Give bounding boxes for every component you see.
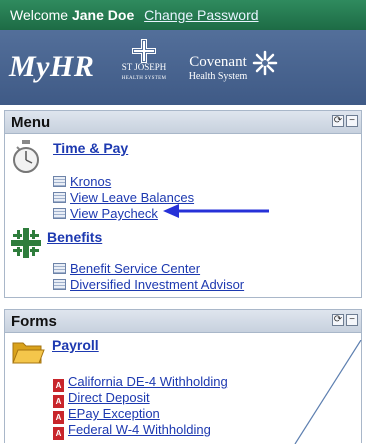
forms-panel-header: Forms ⟳ −	[5, 310, 361, 333]
section-benefits[interactable]: Benefits	[47, 229, 102, 245]
stjoseph-name: ST JOSEPH	[121, 62, 167, 72]
minimize-icon[interactable]: −	[346, 314, 358, 326]
view-paycheck-link[interactable]: View Paycheck	[70, 206, 158, 221]
decorative-diagonal-line	[294, 340, 362, 444]
benefits-cross-icon	[11, 228, 41, 258]
refresh-icon[interactable]: ⟳	[332, 115, 344, 127]
benefit-service-center-link[interactable]: Benefit Service Center	[70, 261, 200, 276]
forms-link-epay-exception[interactable]: A EPay Exception	[53, 406, 160, 424]
covenant-logo: Covenant Health System	[182, 54, 254, 82]
kronos-link[interactable]: Kronos	[70, 174, 111, 189]
stopwatch-icon	[13, 140, 39, 173]
change-password-link[interactable]: Change Password	[144, 7, 258, 23]
covenant-name: Covenant	[189, 54, 247, 70]
federal-w4-link[interactable]: Federal W-4 Withholding	[68, 422, 211, 437]
diversified-investment-advisor-link[interactable]: Diversified Investment Advisor	[70, 277, 244, 292]
stjoseph-logo: ST JOSEPH HEALTH SYSTEM	[118, 63, 170, 83]
menu-title: Menu	[11, 114, 51, 131]
forms-link-direct-deposit[interactable]: A Direct Deposit	[53, 390, 150, 408]
document-icon	[53, 279, 66, 290]
folder-icon	[12, 342, 45, 364]
stjoseph-cross-icon	[132, 39, 156, 63]
forms-link-california-de4[interactable]: A California DE-4 Withholding	[53, 374, 228, 392]
annotation-arrow-icon	[163, 204, 269, 218]
section-time-pay[interactable]: Time & Pay	[53, 140, 128, 156]
direct-deposit-link[interactable]: Direct Deposit	[68, 390, 150, 405]
forms-title: Forms	[11, 313, 57, 330]
document-icon	[53, 176, 66, 187]
app-logo: MyHR	[9, 50, 95, 83]
forms-link-federal-w4[interactable]: A Federal W-4 Withholding	[53, 422, 211, 440]
menu-link-kronos[interactable]: Kronos	[53, 174, 111, 189]
document-icon	[53, 208, 66, 219]
welcome-text: Welcome	[10, 7, 69, 23]
california-de4-link[interactable]: California DE-4 Withholding	[68, 374, 228, 389]
welcome-bar: Welcome Jane Doe Change Password	[0, 0, 366, 30]
menu-panel: Menu ⟳ − Time & Pay Kronos View Leave Ba…	[4, 110, 362, 298]
covenant-star-icon	[252, 50, 278, 76]
document-icon	[53, 263, 66, 274]
menu-panel-header: Menu ⟳ −	[5, 111, 361, 134]
document-icon	[53, 192, 66, 203]
menu-link-view-paycheck[interactable]: View Paycheck	[53, 206, 158, 221]
refresh-icon[interactable]: ⟳	[332, 314, 344, 326]
menu-link-benefit-service-center[interactable]: Benefit Service Center	[53, 261, 200, 276]
stjoseph-subtitle: HEALTH SYSTEM	[121, 76, 167, 81]
menu-link-diversified-investment[interactable]: Diversified Investment Advisor	[53, 277, 244, 292]
epay-exception-link[interactable]: EPay Exception	[68, 406, 160, 421]
pdf-icon: A	[53, 427, 64, 440]
minimize-icon[interactable]: −	[346, 115, 358, 127]
section-payroll[interactable]: Payroll	[52, 337, 99, 353]
covenant-subtitle: Health System	[188, 71, 248, 82]
user-name: Jane Doe	[71, 7, 135, 23]
header-banner: MyHR ST JOSEPH HEALTH SYSTEM Covenant He…	[0, 30, 366, 105]
forms-panel: Forms ⟳ − Payroll A California DE-4 Withh…	[4, 309, 362, 444]
